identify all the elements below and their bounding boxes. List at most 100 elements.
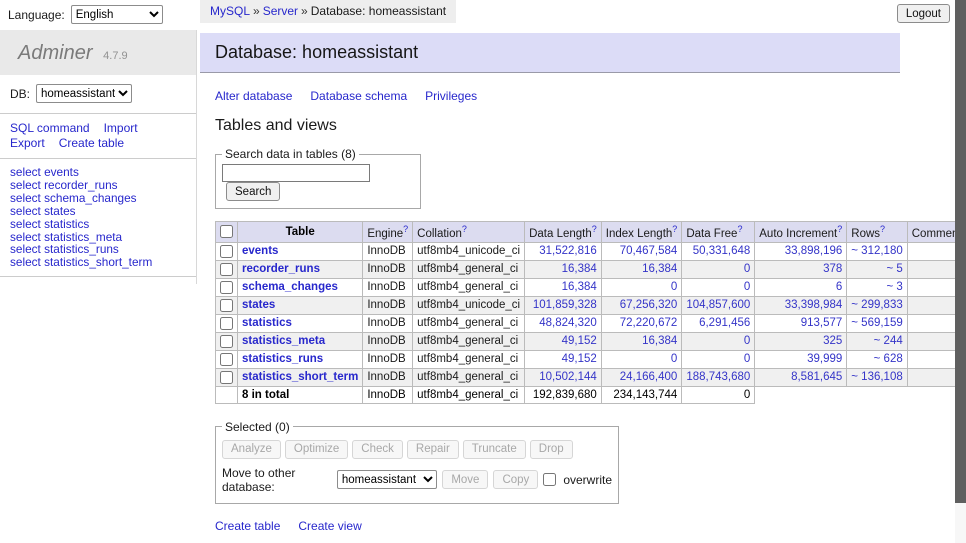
table-header-row: TableEngine?Collation?Data Length?Index …	[216, 222, 966, 243]
row-checkbox-statistics_runs[interactable]	[220, 353, 233, 366]
engine-cell: InnoDB	[363, 260, 413, 278]
app-title: Adminer 4.7.9	[0, 30, 196, 75]
optimize-button[interactable]: Optimize	[285, 440, 348, 459]
search-input[interactable]	[222, 164, 370, 182]
column-help-link[interactable]: ?	[462, 224, 467, 234]
column-header-rows: Rows?	[847, 222, 907, 243]
move-label: Move to other database:	[222, 466, 332, 494]
row-checkbox-cell	[216, 242, 238, 260]
table-name-cell: statistics_meta	[238, 332, 363, 350]
data-free-cell: 188,743,680	[682, 368, 755, 386]
engine-cell: InnoDB	[363, 350, 413, 368]
move-button[interactable]: Move	[442, 470, 488, 489]
column-help-link[interactable]: ?	[737, 224, 742, 234]
analyze-button[interactable]: Analyze	[222, 440, 281, 459]
table-row: statisticsInnoDButf8mb4_general_ci48,824…	[216, 314, 966, 332]
sidebar-item-statistics[interactable]: select statistics	[10, 218, 196, 231]
table-name-cell: recorder_runs	[238, 260, 363, 278]
collation-cell: utf8mb4_general_ci	[413, 314, 525, 332]
table-link-states[interactable]: states	[242, 299, 275, 311]
total-checkbox-cell	[216, 386, 238, 403]
rows-cell: ~ 244	[847, 332, 907, 350]
table-link-recorder_runs[interactable]: recorder_runs	[242, 263, 320, 275]
scrollbar-thumb[interactable]	[955, 0, 966, 503]
overwrite-checkbox[interactable]	[543, 473, 556, 486]
engine-cell: InnoDB	[363, 314, 413, 332]
table-name-cell: statistics_runs	[238, 350, 363, 368]
create-view-link[interactable]: Create view	[298, 519, 361, 533]
data-free-cell: 0	[682, 260, 755, 278]
breadcrumb-link-server[interactable]: Server	[263, 4, 298, 18]
row-checkbox-statistics_short_term[interactable]	[220, 371, 233, 384]
db-select[interactable]: homeassistant	[36, 84, 132, 103]
language-label: Language:	[8, 8, 65, 22]
vertical-scrollbar[interactable]	[955, 0, 966, 543]
column-header-auto-increment: Auto Increment?	[755, 222, 847, 243]
table-row: statesInnoDButf8mb4_unicode_ci101,859,32…	[216, 296, 966, 314]
data-free-cell: 104,857,600	[682, 296, 755, 314]
sidebar-item-schema_changes[interactable]: select schema_changes	[10, 192, 196, 205]
collation-cell: utf8mb4_general_ci	[413, 332, 525, 350]
rows-cell: ~ 569,159	[847, 314, 907, 332]
index-length-cell: 24,166,400	[601, 368, 682, 386]
table-name-cell: events	[238, 242, 363, 260]
table-link-schema_changes[interactable]: schema_changes	[242, 281, 338, 293]
auto-increment-cell: 33,898,196	[755, 242, 847, 260]
row-checkbox-statistics[interactable]	[220, 317, 233, 330]
logout-button[interactable]: Logout	[897, 4, 950, 23]
move-db-select[interactable]: homeassistant	[337, 470, 437, 489]
column-help-link[interactable]: ?	[672, 224, 677, 234]
action-link-alter-database[interactable]: Alter database	[215, 89, 292, 103]
copy-button[interactable]: Copy	[493, 470, 538, 489]
sidebar-item-statistics_short_term[interactable]: select statistics_short_term	[10, 256, 196, 269]
create-table-link[interactable]: Create table	[215, 519, 280, 533]
index-length-cell: 67,256,320	[601, 296, 682, 314]
table-link-statistics_meta[interactable]: statistics_meta	[242, 335, 325, 347]
row-checkbox-statistics_meta[interactable]	[220, 335, 233, 348]
table-name-cell: statistics_short_term	[238, 368, 363, 386]
breadcrumb-separator: »	[253, 4, 260, 18]
row-checkbox-recorder_runs[interactable]	[220, 263, 233, 276]
language-select[interactable]: English	[71, 5, 163, 24]
data-free-cell: 0	[682, 332, 755, 350]
table-link-events[interactable]: events	[242, 245, 278, 257]
sidebar-link-create-table[interactable]: Create table	[59, 136, 124, 150]
check-button[interactable]: Check	[352, 440, 403, 459]
data-free-cell: 0	[682, 350, 755, 368]
data-length-cell: 16,384	[525, 278, 602, 296]
search-button[interactable]: Search	[226, 182, 280, 201]
row-checkbox-states[interactable]	[220, 299, 233, 312]
sidebar-item-states[interactable]: select states	[10, 205, 196, 218]
column-header-label: Engine	[367, 228, 403, 240]
sidebar-item-events[interactable]: select events	[10, 166, 196, 179]
sidebar-link-export[interactable]: Export	[10, 136, 45, 150]
column-help-link[interactable]: ?	[837, 224, 842, 234]
sidebar-link-import[interactable]: Import	[104, 121, 138, 135]
drop-button[interactable]: Drop	[530, 440, 573, 459]
row-checkbox-events[interactable]	[220, 245, 233, 258]
tables-overview-table: TableEngine?Collation?Data Length?Index …	[215, 221, 966, 404]
column-help-link[interactable]: ?	[880, 224, 885, 234]
table-link-statistics_short_term[interactable]: statistics_short_term	[242, 371, 358, 383]
table-link-statistics_runs[interactable]: statistics_runs	[242, 353, 323, 365]
breadcrumb-separator: »	[301, 4, 308, 18]
action-link-privileges[interactable]: Privileges	[425, 89, 477, 103]
select-all-checkbox[interactable]	[220, 225, 233, 238]
action-link-database-schema[interactable]: Database schema	[310, 89, 407, 103]
truncate-button[interactable]: Truncate	[463, 440, 526, 459]
repair-button[interactable]: Repair	[407, 440, 459, 459]
sidebar-links-row: SQL command Import	[10, 121, 196, 136]
row-checkbox-schema_changes[interactable]	[220, 281, 233, 294]
auto-increment-cell: 378	[755, 260, 847, 278]
breadcrumb-link-mysql[interactable]: MySQL	[210, 4, 250, 18]
sidebar-item-recorder_runs[interactable]: select recorder_runs	[10, 179, 196, 192]
column-help-link[interactable]: ?	[592, 224, 597, 234]
row-checkbox-cell	[216, 278, 238, 296]
sidebar: Adminer 4.7.9 DB: homeassistant SQL comm…	[0, 30, 197, 284]
column-header-label: Data Free	[686, 228, 737, 240]
sidebar-link-sql-command[interactable]: SQL command	[10, 121, 90, 135]
column-help-link[interactable]: ?	[403, 224, 408, 234]
table-link-statistics[interactable]: statistics	[242, 317, 292, 329]
breadcrumb: MySQL»Server»Database: homeassistant	[200, 0, 456, 23]
engine-cell: InnoDB	[363, 368, 413, 386]
